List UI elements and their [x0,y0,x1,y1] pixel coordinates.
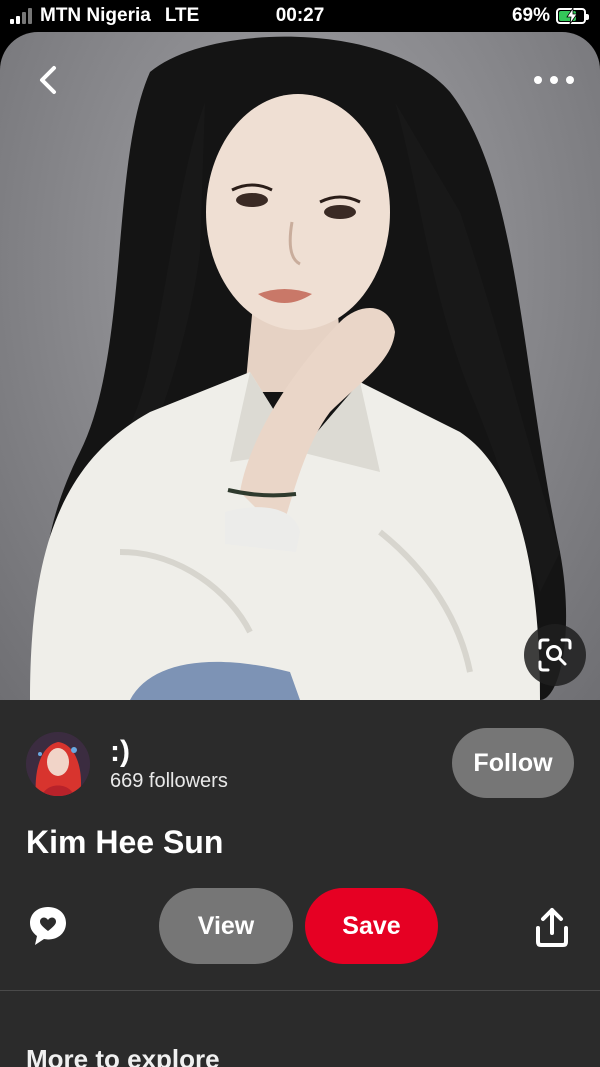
share-upload-icon [536,908,568,947]
status-bar: MTN Nigeria LTE 00:27 69% [0,0,600,32]
status-time: 00:27 [275,5,325,26]
visual-search-button[interactable] [524,624,586,686]
creator-name[interactable]: :) [110,735,228,768]
back-button[interactable] [30,62,66,98]
back-chevron-icon [40,66,56,94]
more-dots-icon[interactable] [534,70,574,90]
pin-title: Kim Hee Sun [26,824,224,860]
avatar-image [26,732,90,796]
pin-info-panel: :) 669 followers Follow Kim Hee Sun View… [0,700,600,1067]
status-right: 69% [511,5,589,27]
creator-text: :) 669 followers [110,735,228,793]
comment-heart-icon [30,907,66,945]
pin-actions: View Save [0,886,600,966]
follower-count: 669 followers [110,769,228,792]
creator-row[interactable]: :) 669 followers [26,732,228,796]
share-button[interactable] [530,906,574,950]
pin-image[interactable] [0,32,600,700]
charging-bolt-icon [566,8,578,24]
visual-search-icon [538,638,572,672]
pin-detail-screen: MTN Nigeria LTE 00:27 69%:) 669 followe… [0,0,600,1067]
comment-button[interactable] [26,904,70,948]
follow-button[interactable]: Follow [452,728,574,798]
battery-charging-icon [556,8,589,24]
battery-percent: 69% [511,5,550,26]
more-to-explore-heading: More to explore [26,1044,220,1067]
divider [0,990,600,991]
portrait-photo [30,36,567,700]
status-left: MTN Nigeria LTE [10,5,199,27]
network-type: LTE [164,5,200,26]
save-button[interactable]: Save [305,888,438,964]
avatar[interactable] [26,732,90,796]
cellular-signal-icon [10,8,32,24]
carrier-name: MTN Nigeria [40,5,151,26]
view-button[interactable]: View [159,888,293,964]
